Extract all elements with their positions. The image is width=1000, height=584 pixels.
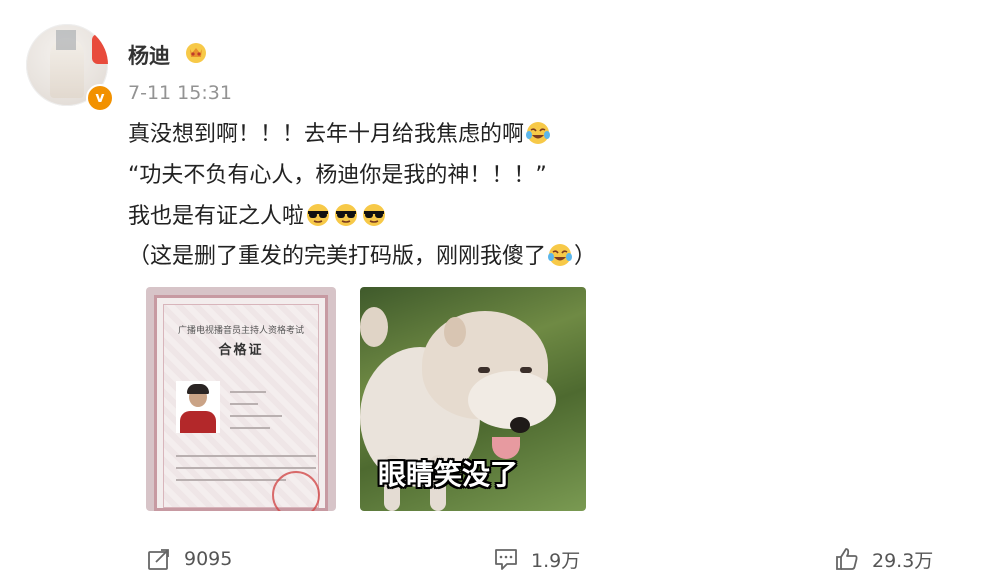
- certificate-subtitle: 广播电视播音员主持人资格考试: [177, 326, 304, 336]
- comment-button[interactable]: 1.9万: [493, 544, 580, 574]
- comment-icon: [495, 549, 517, 570]
- laugh-cry-emoji-icon: [548, 244, 573, 266]
- sunglasses-emoji-icon: [363, 204, 386, 226]
- certificate-title: 合格证: [218, 343, 264, 358]
- sunglasses-emoji-icon: [335, 204, 358, 226]
- verified-v-icon: v: [86, 84, 114, 112]
- post-timestamp[interactable]: 7-11 15:31: [128, 82, 232, 104]
- like-button[interactable]: 29.3万: [834, 544, 933, 574]
- comment-count: 1.9万: [531, 549, 581, 572]
- repost-icon: [148, 549, 169, 570]
- repost-count: 9095: [184, 548, 233, 570]
- sunglasses-emoji-icon: [307, 204, 330, 226]
- repost-button[interactable]: 9095: [146, 544, 232, 574]
- meme-caption: 眼睛笑没了: [378, 458, 519, 491]
- like-icon: [836, 548, 858, 570]
- post-text-line: （这是删了重发的完美打码版，刚刚我傻了 ）: [128, 238, 596, 270]
- certificate-seal: [272, 471, 320, 511]
- certificate-image[interactable]: 广播电视播音员主持人资格考试 合格证: [146, 287, 336, 511]
- avatar-mosaic: [56, 30, 76, 50]
- text-span: “功夫不负有心人，杨迪你是我的神！！！”: [128, 163, 547, 188]
- author-name[interactable]: 杨迪: [128, 40, 170, 70]
- post-text-line: “功夫不负有心人，杨迪你是我的神！！！”: [128, 157, 547, 189]
- post-text-line: 真没想到啊！！！去年十月给我焦虑的啊: [128, 116, 552, 148]
- text-span: ）: [574, 244, 597, 269]
- post-text-line: 我也是有证之人啦: [128, 198, 388, 230]
- text-span: 我也是有证之人啦: [128, 204, 305, 229]
- like-count: 29.3万: [872, 549, 934, 572]
- certificate-photo: [176, 381, 220, 433]
- text-span: （这是删了重发的完美打码版，刚刚我傻了: [128, 244, 547, 269]
- dog-meme-image[interactable]: 眼睛笑没了: [360, 287, 586, 511]
- crown-emoji-icon: [186, 43, 206, 63]
- weibo-post: v 杨迪 7-11 15:31 真没想到啊！！！去年十月给我焦虑的啊 “功夫不负…: [0, 0, 1000, 584]
- text-span: 真没想到啊！！！去年十月给我焦虑的啊: [128, 122, 525, 147]
- laugh-cry-emoji-icon: [526, 122, 551, 144]
